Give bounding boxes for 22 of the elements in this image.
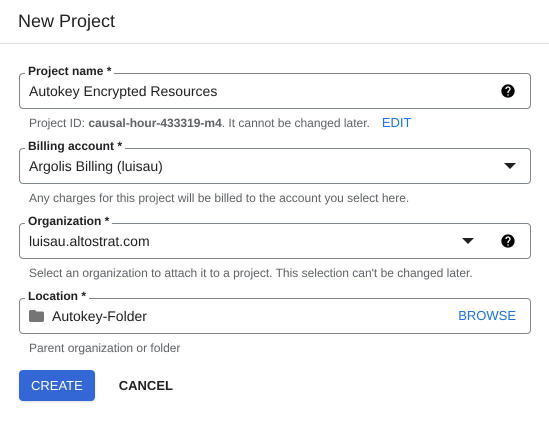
field-hint: Any charges for this project will be billed to the account you select here.: [29, 191, 410, 205]
field-label: Location *: [25, 289, 90, 303]
help-icon[interactable]: [500, 83, 516, 99]
create-button[interactable]: CREATE: [19, 370, 95, 401]
dropdown-caret-icon[interactable]: [504, 163, 516, 169]
help-icon[interactable]: [500, 233, 516, 249]
field-value: luisau.altostrat.com: [29, 232, 151, 250]
field-label: Organization *: [25, 214, 112, 228]
field-value: Argolis Billing (luisau): [29, 156, 164, 176]
field-value: Autokey Encrypted Resources: [29, 82, 218, 101]
dropdown-caret-icon[interactable]: [462, 238, 474, 244]
dialog-title: New Project: [18, 10, 116, 33]
field-hint: Select an organization to attach it to a project. This selection can't be changed later.: [29, 266, 473, 280]
field-label: Project name *: [25, 64, 114, 78]
field-hint: Project ID: causal-hour-433319-m4. It cannot be changed later.: [29, 116, 370, 130]
edit-link[interactable]: EDIT: [382, 116, 412, 130]
browse-button[interactable]: BROWSE: [458, 306, 516, 326]
folder-icon: [29, 310, 44, 322]
field-label: Billing account *: [25, 139, 126, 153]
field-hint: Parent organization or folder: [29, 341, 180, 355]
cancel-button[interactable]: CANCEL: [100, 370, 191, 401]
field-value: Autokey-Folder: [52, 306, 148, 326]
